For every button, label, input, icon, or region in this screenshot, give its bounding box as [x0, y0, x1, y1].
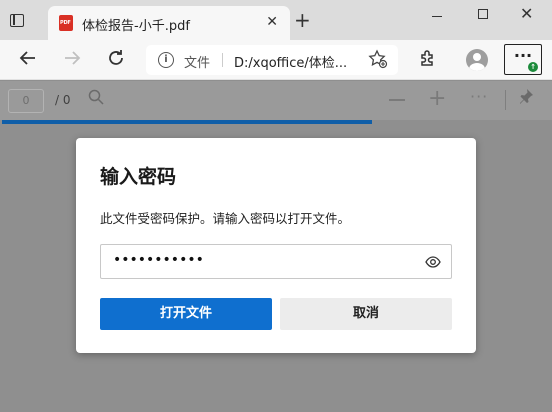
title-bar: PDF 体检报告-小千.pdf ✕ + ✕ — [0, 0, 552, 40]
profile-avatar[interactable] — [466, 49, 488, 71]
info-icon[interactable]: i — [158, 52, 174, 68]
extensions-icon[interactable] — [418, 48, 438, 73]
address-bar[interactable]: i 文件 D:/xqoffice/体检... — [146, 45, 398, 75]
forward-button — [62, 48, 82, 74]
dialog-message: 此文件受密码保护。请输入密码以打开文件。 — [100, 211, 351, 226]
minimize-button[interactable] — [432, 16, 442, 17]
tab-title: 体检报告-小千.pdf — [82, 19, 190, 34]
password-input[interactable]: ••••••••••• — [100, 244, 452, 279]
pdf-more-button[interactable]: ··· — [470, 87, 488, 106]
zoom-in-button[interactable]: + — [428, 87, 446, 111]
search-icon[interactable] — [88, 89, 104, 109]
pin-icon[interactable] — [518, 88, 534, 108]
cancel-button[interactable]: 取消 — [280, 298, 452, 330]
update-badge-icon: ↑ — [528, 62, 538, 72]
address-url[interactable]: D:/xqoffice/体检... — [234, 52, 347, 71]
password-dialog: 输入密码 此文件受密码保护。请输入密码以打开文件。 ••••••••••• 打开… — [76, 138, 476, 353]
maximize-button[interactable] — [478, 9, 488, 19]
tab-close-icon[interactable]: ✕ — [266, 14, 278, 30]
refresh-button[interactable] — [106, 48, 126, 74]
loading-progress-bar — [2, 120, 372, 124]
pdf-toolbar: 0 / 0 + ··· — [0, 81, 552, 120]
toolbar-divider — [505, 90, 506, 110]
settings-more-button[interactable]: ··· ↑ — [504, 44, 542, 75]
page-total: / 0 — [55, 93, 71, 107]
show-password-eye-icon[interactable] — [425, 254, 441, 270]
close-window-button[interactable]: ✕ — [520, 4, 533, 23]
add-favorite-icon[interactable] — [368, 49, 388, 74]
navigation-bar: i 文件 D:/xqoffice/体检... ··· ↑ — [0, 40, 552, 80]
address-scheme-label: 文件 — [184, 56, 211, 71]
tab-actions-icon[interactable] — [10, 14, 24, 27]
pdf-icon: PDF — [59, 15, 73, 31]
dialog-title: 输入密码 — [100, 166, 177, 188]
zoom-out-button[interactable] — [389, 99, 405, 101]
new-tab-button[interactable]: + — [294, 10, 311, 30]
password-value: ••••••••••• — [113, 252, 204, 268]
page-number-input[interactable]: 0 — [8, 89, 44, 113]
address-divider — [222, 53, 223, 67]
active-tab[interactable]: PDF 体检报告-小千.pdf ✕ — [48, 6, 290, 40]
back-button[interactable] — [18, 48, 38, 74]
open-file-button[interactable]: 打开文件 — [100, 298, 272, 330]
